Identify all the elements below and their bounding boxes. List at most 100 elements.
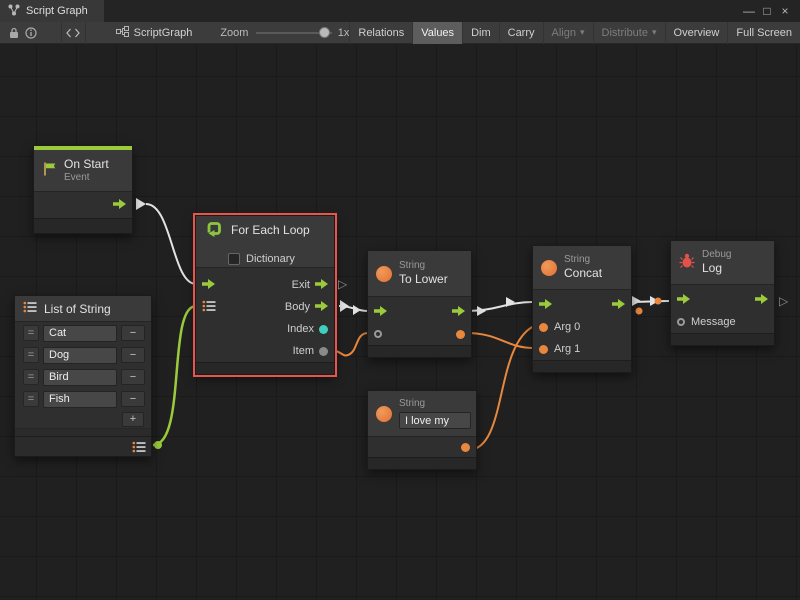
- maximize-button[interactable]: □: [758, 4, 776, 18]
- distribute-button[interactable]: Distribute ▾: [593, 22, 665, 44]
- flow-out-port[interactable]: [612, 299, 625, 312]
- code-icon[interactable]: [61, 22, 86, 44]
- overview-button[interactable]: Overview: [665, 22, 728, 44]
- dictionary-checkbox[interactable]: [228, 253, 240, 265]
- exit-port-triangle[interactable]: ▷: [338, 277, 347, 291]
- zoom-slider[interactable]: [256, 22, 331, 44]
- fullscreen-button[interactable]: Full Screen: [727, 22, 800, 44]
- flag-icon: [42, 161, 57, 180]
- node-title: Log: [702, 261, 731, 276]
- node-footer: [368, 345, 471, 357]
- body-out-port[interactable]: [315, 301, 328, 314]
- result-out-port[interactable]: [456, 330, 465, 339]
- node-string-concat[interactable]: String Concat Arg 0 Arg 1: [532, 245, 632, 373]
- node-footer: [368, 457, 476, 469]
- node-debug-log[interactable]: Debug Log Message: [670, 240, 775, 346]
- breadcrumb[interactable]: ScriptGraph: [116, 26, 193, 40]
- message-in-port[interactable]: [677, 318, 685, 326]
- values-button[interactable]: Values: [412, 22, 462, 44]
- flow-out-port[interactable]: [113, 199, 126, 212]
- node-title: To Lower: [399, 272, 448, 287]
- value-out-port[interactable]: [461, 443, 470, 452]
- drag-handle[interactable]: =: [23, 325, 39, 341]
- minimize-button[interactable]: —: [740, 4, 758, 18]
- flow-in-port[interactable]: [539, 299, 552, 312]
- list-icon: [23, 301, 37, 316]
- string-in-port[interactable]: [374, 330, 382, 338]
- window-titlebar: Script Graph — □ ×: [0, 0, 800, 22]
- carry-label: Carry: [508, 27, 535, 39]
- breadcrumb-label: ScriptGraph: [134, 27, 193, 39]
- port-label-item: Item: [293, 345, 314, 357]
- distribute-label: Distribute: [602, 27, 648, 39]
- flow-out-port[interactable]: [755, 294, 768, 307]
- exit-out-port[interactable]: [315, 279, 328, 292]
- drag-handle[interactable]: =: [23, 347, 39, 363]
- string-value-input[interactable]: [399, 412, 471, 429]
- carry-button[interactable]: Carry: [499, 22, 543, 44]
- node-body-spacer: [15, 428, 151, 436]
- flow-out-port[interactable]: [452, 306, 465, 319]
- lock-icon[interactable]: [6, 22, 22, 44]
- port-label-arg0: Arg 0: [554, 321, 580, 333]
- remove-item-button[interactable]: −: [121, 325, 145, 341]
- port-label-index: Index: [287, 323, 314, 335]
- remove-item-button[interactable]: −: [121, 391, 145, 407]
- list-out-port[interactable]: [132, 441, 146, 453]
- drag-handle[interactable]: =: [23, 391, 39, 407]
- node-type-label: Debug: [702, 249, 731, 262]
- node-string-literal[interactable]: String: [367, 390, 477, 470]
- node-for-each-loop[interactable]: For Each Loop Dictionary Exit Body: [195, 215, 335, 375]
- list-item-row: = −: [15, 366, 151, 388]
- bug-icon: [679, 253, 695, 272]
- arg0-in-port[interactable]: [539, 323, 548, 332]
- remove-item-button[interactable]: −: [121, 347, 145, 363]
- node-type-label: String: [564, 254, 602, 267]
- list-item-input[interactable]: [43, 391, 117, 408]
- log-out-port-triangle[interactable]: ▷: [779, 294, 788, 308]
- arg1-in-port[interactable]: [539, 345, 548, 354]
- port-label-arg1: Arg 1: [554, 343, 580, 355]
- list-item-row: = −: [15, 322, 151, 344]
- relations-button[interactable]: Relations: [349, 22, 412, 44]
- list-item-input[interactable]: [43, 347, 117, 364]
- relations-label: Relations: [358, 27, 404, 39]
- align-label: Align: [552, 27, 576, 39]
- graph-icon: [8, 4, 20, 19]
- node-list-of-string[interactable]: List of String = − = − = − = − +: [14, 295, 152, 457]
- remove-item-button[interactable]: −: [121, 369, 145, 385]
- dim-label: Dim: [471, 27, 491, 39]
- flow-in-port[interactable]: [677, 294, 690, 307]
- flow-in-port[interactable]: [202, 279, 215, 292]
- zoom-label: Zoom: [220, 27, 248, 39]
- node-string-to-lower[interactable]: String To Lower: [367, 250, 472, 358]
- flow-in-port[interactable]: [374, 306, 387, 319]
- info-icon[interactable]: [22, 22, 38, 44]
- zoom-value: 1x: [338, 27, 350, 39]
- graph-toolbar: ScriptGraph Zoom 1x Relations Values Dim…: [0, 22, 800, 44]
- scriptgraph-icon: [116, 26, 129, 40]
- chevron-down-icon: ▾: [652, 27, 657, 38]
- string-type-icon: [376, 266, 392, 282]
- drag-handle[interactable]: =: [23, 369, 39, 385]
- node-type-label: String: [399, 398, 471, 411]
- dim-button[interactable]: Dim: [462, 22, 499, 44]
- tab-script-graph[interactable]: Script Graph: [0, 0, 104, 22]
- node-title: On Start: [64, 157, 109, 172]
- port-label-body: Body: [285, 301, 310, 313]
- list-in-port[interactable]: [202, 300, 216, 315]
- values-label: Values: [421, 27, 454, 39]
- node-on-start[interactable]: On Start Event: [33, 145, 133, 234]
- align-button[interactable]: Align▾: [543, 22, 593, 44]
- list-item-input[interactable]: [43, 325, 117, 342]
- string-type-icon: [376, 406, 392, 422]
- item-out-port[interactable]: [319, 347, 328, 356]
- add-item-button[interactable]: +: [122, 412, 144, 427]
- list-item-row: = −: [15, 344, 151, 366]
- index-out-port[interactable]: [319, 325, 328, 334]
- zoom-slider-knob[interactable]: [319, 27, 330, 38]
- dictionary-label: Dictionary: [246, 253, 295, 265]
- list-item-input[interactable]: [43, 369, 117, 386]
- node-footer: [34, 218, 132, 233]
- close-button[interactable]: ×: [776, 4, 794, 18]
